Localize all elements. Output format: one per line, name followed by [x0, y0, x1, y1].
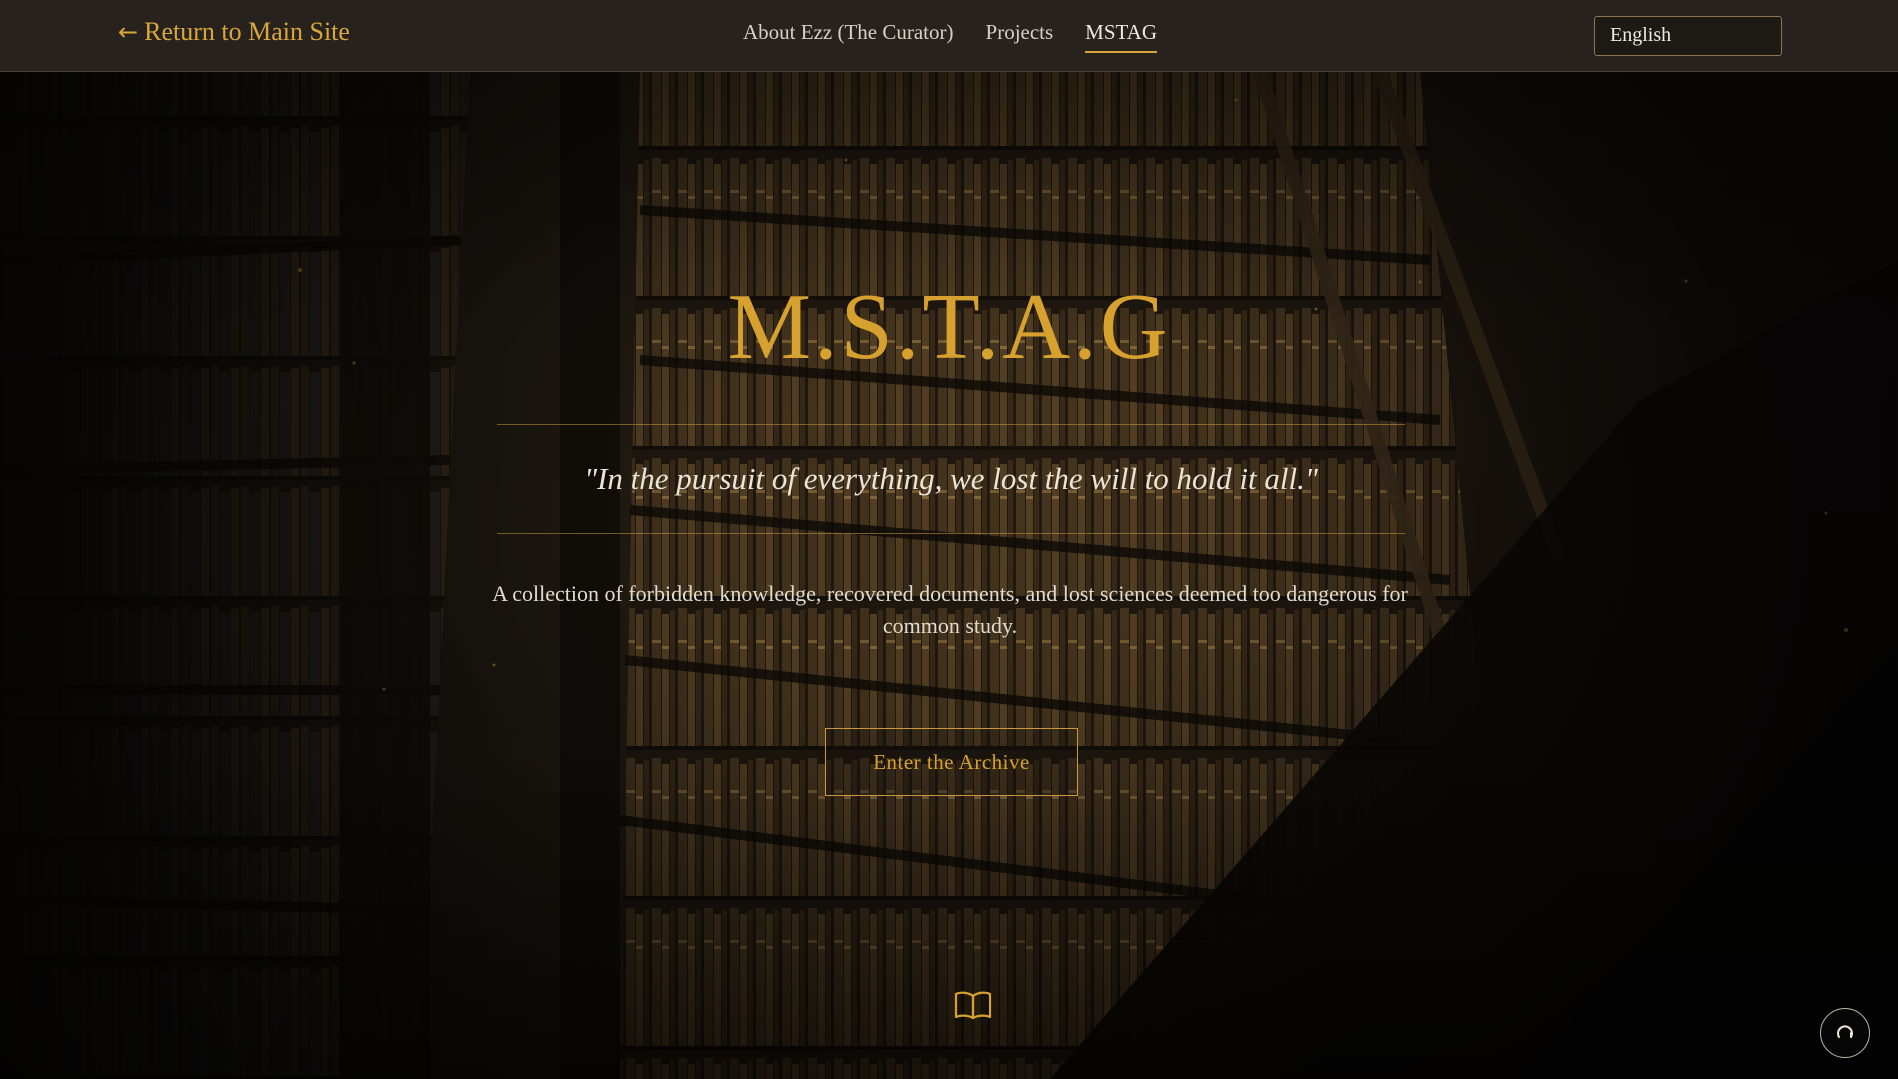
book-open-icon[interactable] — [954, 990, 992, 1020]
return-to-main-site-link[interactable]: ← Return to Main Site — [118, 17, 350, 47]
nav-item-mstag[interactable]: MSTAG — [1085, 20, 1158, 53]
page: ← Return to Main Site About Ezz (The Cur… — [0, 0, 1898, 1079]
hero-quote: "In the pursuit of everything, we lost t… — [584, 461, 1318, 496]
language-select[interactable]: English — [1594, 16, 1782, 56]
main-nav: About Ezz (The Curator) Projects MSTAG — [743, 20, 1158, 53]
floating-action-button[interactable] — [1820, 1008, 1870, 1058]
hero-title: M.S.T.A.G — [727, 275, 1171, 379]
quote-box: "In the pursuit of everything, we lost t… — [497, 424, 1405, 534]
refresh-icon — [1837, 1025, 1853, 1038]
background-vignette — [0, 0, 1898, 1079]
return-link-label: Return to Main Site — [144, 17, 350, 46]
arrow-left-icon: ← — [118, 18, 139, 46]
nav-item-about[interactable]: About Ezz (The Curator) — [743, 20, 954, 53]
top-navigation-bar: ← Return to Main Site About Ezz (The Cur… — [0, 0, 1898, 72]
hero-description: A collection of forbidden knowledge, rec… — [492, 581, 1408, 638]
enter-archive-button[interactable]: Enter the Archive — [825, 728, 1078, 796]
nav-item-projects[interactable]: Projects — [986, 20, 1054, 53]
